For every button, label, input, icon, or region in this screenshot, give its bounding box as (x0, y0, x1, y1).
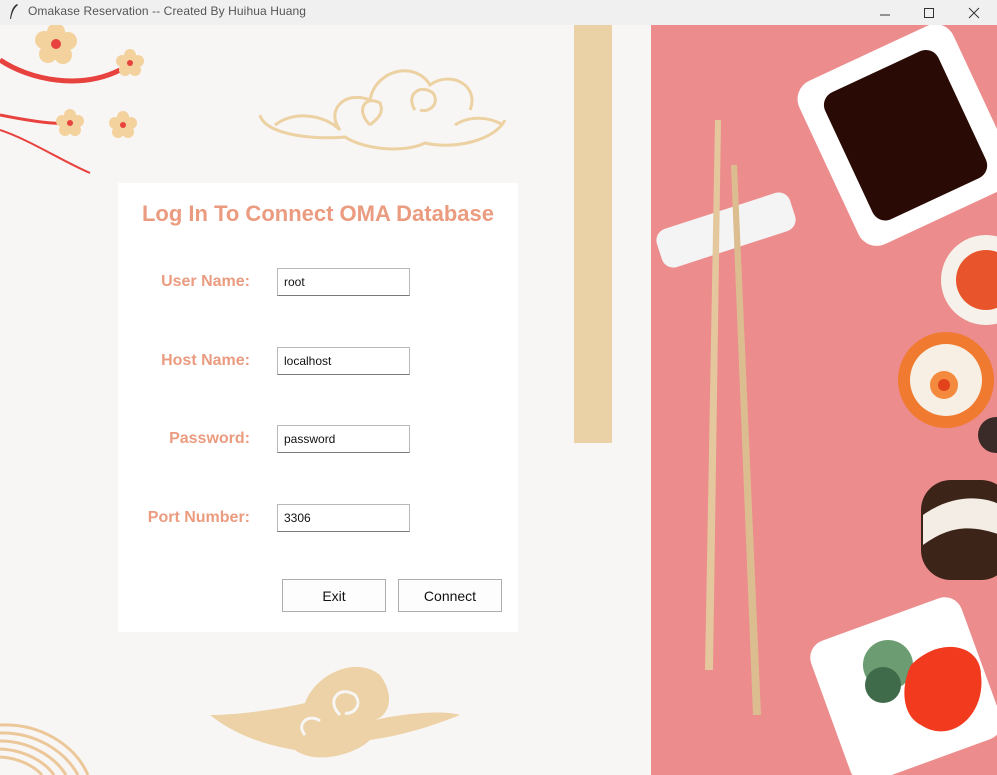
title-bar: Omakase Reservation -- Created By Huihua… (0, 0, 997, 25)
port-number-input[interactable] (277, 504, 410, 532)
exit-button[interactable]: Exit (282, 579, 386, 612)
login-title: Log In To Connect OMA Database (141, 201, 494, 226)
password-input[interactable] (277, 425, 410, 453)
sushi-roll-icon (898, 235, 997, 580)
window-title: Omakase Reservation -- Created By Huihua… (28, 4, 307, 18)
decorative-bar (574, 25, 612, 443)
minimize-button[interactable] (862, 0, 908, 25)
close-button[interactable] (951, 0, 997, 25)
minimize-icon (880, 14, 890, 15)
close-icon (968, 7, 980, 18)
maximize-button[interactable] (906, 0, 952, 25)
blossom-branch-decoration (0, 25, 144, 174)
cloud-outline-decoration (258, 69, 507, 151)
connect-button[interactable]: Connect (398, 579, 502, 612)
password-label: Password: (169, 430, 250, 447)
sushi-illustration (656, 25, 997, 775)
cloud-filled-decoration (210, 666, 460, 758)
feather-icon (10, 4, 18, 19)
maximize-icon (924, 7, 934, 18)
port-number-label: Port Number: (147, 509, 250, 526)
username-input[interactable] (277, 268, 410, 296)
soy-sauce-dish-icon (797, 25, 997, 246)
hostname-label: Host Name: (161, 352, 250, 369)
hostname-input[interactable] (277, 347, 410, 375)
username-label: User Name: (161, 273, 250, 290)
sushi-photo (651, 25, 997, 775)
wave-arcs-decoration (0, 723, 90, 775)
chopstick-rest-icon (656, 192, 796, 268)
login-card: Log In To Connect OMA Database User Name… (118, 183, 518, 632)
ginger-wasabi-plate-icon (810, 597, 997, 775)
left-panel: Log In To Connect OMA Database User Name… (0, 25, 651, 775)
